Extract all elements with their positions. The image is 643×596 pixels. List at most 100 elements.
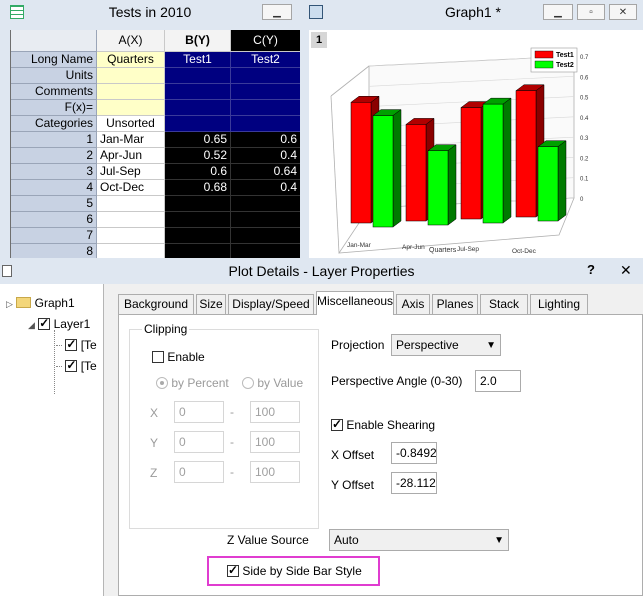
cell[interactable] xyxy=(165,228,231,244)
row-label[interactable]: Categories xyxy=(11,116,97,132)
tree-node-plot2[interactable]: [Te xyxy=(56,358,97,373)
cell[interactable] xyxy=(231,244,300,258)
bar-chart-3d[interactable]: 0 0.1 0.2 0.3 0.4 0.5 0.6 0.7 Jan-Mar Apr-Jun Jul-… xyxy=(309,30,643,258)
by-percent-radio[interactable] xyxy=(156,377,168,389)
x-from-input[interactable]: 0 xyxy=(174,401,224,423)
row-label[interactable]: Long Name xyxy=(11,52,97,68)
row-number[interactable]: 2 xyxy=(11,148,97,164)
tab-planes[interactable]: Planes xyxy=(432,294,478,314)
cell[interactable] xyxy=(97,244,165,258)
tree-node-graph[interactable]: ▷ Graph1 xyxy=(6,296,75,310)
clipping-enable[interactable]: Enable xyxy=(152,350,205,364)
cell[interactable] xyxy=(97,196,165,212)
cell[interactable]: Test2 xyxy=(231,52,300,68)
cell[interactable] xyxy=(231,68,300,84)
cell[interactable] xyxy=(165,244,231,258)
side-by-side-bar-style[interactable]: Side by Side Bar Style xyxy=(227,563,362,578)
by-percent-option[interactable]: by Percent xyxy=(156,376,229,390)
cell[interactable]: Test1 xyxy=(165,52,231,68)
row-number[interactable]: 6 xyxy=(11,212,97,228)
cell[interactable] xyxy=(165,212,231,228)
tab-axis[interactable]: Axis xyxy=(396,294,430,314)
x-offset-input[interactable]: -0.84926 xyxy=(391,442,437,464)
row-label[interactable]: F(x)= xyxy=(11,100,97,116)
by-value-radio[interactable] xyxy=(242,377,254,389)
cell[interactable]: 0.6 xyxy=(165,164,231,180)
cell[interactable] xyxy=(231,116,300,132)
tab-size[interactable]: Size xyxy=(196,294,226,314)
cell[interactable]: 0.64 xyxy=(231,164,300,180)
row-number[interactable]: 5 xyxy=(11,196,97,212)
cell[interactable] xyxy=(231,228,300,244)
plot1-checkbox[interactable] xyxy=(65,337,78,351)
minimize-button[interactable]: ▁ xyxy=(543,4,573,20)
row-number[interactable]: 3 xyxy=(11,164,97,180)
cell[interactable] xyxy=(97,212,165,228)
column-header-b[interactable]: B(Y) xyxy=(165,30,231,52)
tree-node-layer[interactable]: ◢ Layer1 xyxy=(28,316,90,331)
row-label[interactable]: Comments xyxy=(11,84,97,100)
cell[interactable] xyxy=(231,212,300,228)
z-value-source-select[interactable]: Auto ▼ xyxy=(329,529,509,551)
cell[interactable]: 0.68 xyxy=(165,180,231,196)
tab-display-speed[interactable]: Display/Speed xyxy=(228,294,314,314)
cell[interactable] xyxy=(165,116,231,132)
close-button[interactable]: ✕ xyxy=(609,4,637,20)
plot2-checkbox[interactable] xyxy=(65,358,78,372)
collapse-toggle-icon[interactable]: ◢ xyxy=(28,320,35,330)
help-button[interactable]: ? xyxy=(587,262,595,277)
layer-checkbox[interactable] xyxy=(38,316,51,330)
dialog-titlebar[interactable]: Plot Details - Layer Properties ? ✕ xyxy=(0,258,643,284)
cell[interactable] xyxy=(231,84,300,100)
cell[interactable] xyxy=(97,228,165,244)
cell[interactable] xyxy=(231,196,300,212)
z-from-input[interactable]: 0 xyxy=(174,461,224,483)
enable-shearing-checkbox[interactable] xyxy=(331,417,343,431)
cell[interactable] xyxy=(231,100,300,116)
row-number[interactable]: 4 xyxy=(11,180,97,196)
cell[interactable]: 0.4 xyxy=(231,148,300,164)
cell[interactable] xyxy=(165,100,231,116)
z-to-input[interactable]: 100 xyxy=(250,461,300,483)
tab-background[interactable]: Background xyxy=(118,294,194,314)
tab-miscellaneous[interactable]: Miscellaneous xyxy=(316,291,394,315)
cell[interactable] xyxy=(97,100,165,116)
x-to-input[interactable]: 100 xyxy=(250,401,300,423)
corner-cell[interactable] xyxy=(11,30,97,52)
row-number[interactable]: 1 xyxy=(11,132,97,148)
maximize-button[interactable]: ▫ xyxy=(577,4,605,20)
enable-shearing[interactable]: Enable Shearing xyxy=(331,417,435,432)
cell[interactable] xyxy=(165,84,231,100)
cell[interactable]: 0.4 xyxy=(231,180,300,196)
y-offset-input[interactable]: -28.1123 xyxy=(391,472,437,494)
by-value-option[interactable]: by Value xyxy=(242,376,303,390)
column-header-c[interactable]: C(Y) xyxy=(231,30,300,52)
clipping-enable-checkbox[interactable] xyxy=(152,351,164,363)
perspective-angle-input[interactable]: 2.0 xyxy=(475,370,521,392)
cell[interactable]: 0.6 xyxy=(231,132,300,148)
cell[interactable]: 0.65 xyxy=(165,132,231,148)
column-header-a[interactable]: A(X) xyxy=(97,30,165,52)
y-from-input[interactable]: 0 xyxy=(174,431,224,453)
minimize-button[interactable]: ▁ xyxy=(262,4,292,20)
graph-titlebar[interactable]: Graph1 * ▁ ▫ ✕ xyxy=(303,0,643,24)
cell[interactable] xyxy=(97,84,165,100)
projection-select[interactable]: Perspective ▼ xyxy=(391,334,501,356)
worksheet-grid[interactable]: A(X) B(Y) C(Y) Long Name Quarters Test1 Tes… xyxy=(10,30,300,258)
cell[interactable]: Unsorted xyxy=(97,116,165,132)
y-to-input[interactable]: 100 xyxy=(250,431,300,453)
cell[interactable] xyxy=(165,196,231,212)
cell[interactable]: Oct-Dec xyxy=(97,180,165,196)
cell[interactable] xyxy=(165,68,231,84)
tree-node-plot1[interactable]: [Te xyxy=(56,337,97,352)
cell[interactable] xyxy=(97,68,165,84)
cell[interactable]: Quarters xyxy=(97,52,165,68)
worksheet-titlebar[interactable]: Tests in 2010 ▁ xyxy=(0,0,300,24)
row-number[interactable]: 7 xyxy=(11,228,97,244)
cell[interactable]: 0.52 xyxy=(165,148,231,164)
cell[interactable]: Jul-Sep xyxy=(97,164,165,180)
row-label[interactable]: Units xyxy=(11,68,97,84)
cell[interactable]: Apr-Jun xyxy=(97,148,165,164)
row-number[interactable]: 8 xyxy=(11,244,97,258)
side-by-side-checkbox[interactable] xyxy=(227,563,239,577)
